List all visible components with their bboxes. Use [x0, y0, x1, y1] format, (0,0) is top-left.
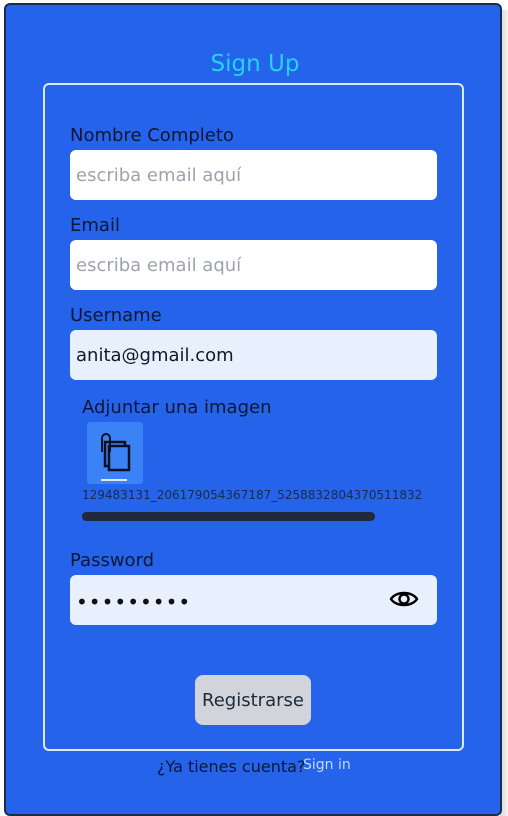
upload-progress-fill	[82, 512, 375, 521]
register-button[interactable]: Registrarse	[195, 675, 311, 725]
email-label: Email	[70, 215, 120, 236]
sign-in-link[interactable]: Sign in	[303, 757, 351, 773]
attachment-file-name: 129483131_206179054367187_52588328043705…	[82, 488, 423, 502]
full-name-input[interactable]	[70, 150, 437, 200]
file-upload-button[interactable]	[87, 422, 143, 484]
footer-question: ¿Ya tienes cuenta?	[157, 757, 306, 776]
email-input[interactable]	[70, 240, 437, 290]
upload-progress-bar	[82, 512, 375, 521]
full-name-label: Nombre Completo	[70, 125, 234, 146]
password-label: Password	[70, 550, 155, 571]
attachment-label: Adjuntar una imagen	[82, 397, 272, 418]
page-title: Sign Up	[210, 51, 300, 77]
username-input[interactable]	[70, 330, 437, 380]
password-masked-value: •••••••••	[76, 590, 192, 614]
eye-icon[interactable]	[389, 588, 419, 610]
eye-icon-graphic	[389, 591, 419, 607]
username-label: Username	[70, 305, 162, 326]
file-attachment-icon	[101, 433, 131, 481]
